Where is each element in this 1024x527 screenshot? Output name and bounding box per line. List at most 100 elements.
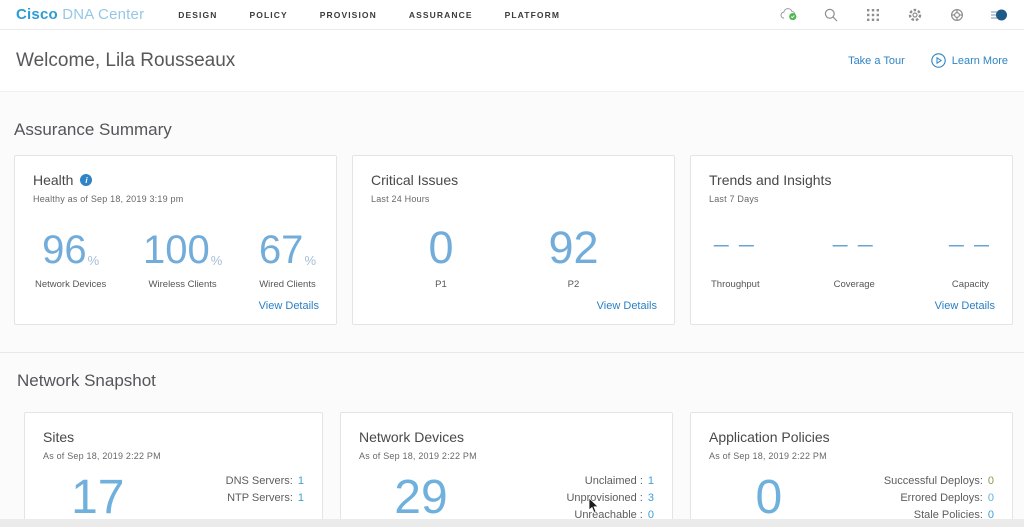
health-card-title-row: Health i (33, 172, 318, 188)
search-icon[interactable] (822, 6, 840, 24)
nav-item-platform[interactable]: PLATFORM (505, 10, 560, 20)
settings-gear-icon[interactable] (906, 6, 924, 24)
stat-label: DNS Servers: (226, 475, 293, 487)
metric-coverage: — — Coverage (833, 220, 876, 290)
nav-icon-group (780, 6, 1008, 24)
application-policies-title: Application Policies (709, 429, 830, 445)
network-devices-title: Network Devices (359, 429, 464, 445)
metric-value: 92 (548, 225, 598, 270)
stat-label: NTP Servers: (227, 492, 293, 504)
assurance-summary-heading: Assurance Summary (14, 120, 172, 140)
metric-value: 96 (42, 230, 87, 270)
critical-issues-card: Critical Issues Last 24 Hours 0 P1 92 P2… (352, 155, 675, 325)
cloud-status-icon[interactable] (780, 6, 798, 24)
nav-item-assurance[interactable]: ASSURANCE (409, 10, 473, 20)
percent-sign: % (87, 254, 100, 270)
health-subtitle: Healthy as of Sep 18, 2019 3:19 pm (33, 194, 318, 204)
network-devices-body: 29 Unclaimed :1 Unprovisioned :3 Unreach… (359, 473, 654, 524)
help-icon[interactable] (948, 6, 966, 24)
stat-value: 1 (298, 492, 304, 504)
nav-item-design[interactable]: DESIGN (178, 10, 217, 20)
play-circle-icon (931, 53, 946, 68)
metric-label: Wired Clients (259, 279, 316, 290)
network-devices-card: Network Devices As of Sep 18, 2019 2:22 … (340, 412, 673, 527)
metric-capacity: — — Capacity (949, 220, 992, 290)
metric-wireless-clients: 100% Wireless Clients (143, 220, 222, 290)
trends-title: Trends and Insights (709, 172, 831, 188)
network-snapshot-heading: Network Snapshot (17, 371, 156, 391)
welcome-bar: Welcome, Lila Rousseaux Take a Tour Lear… (0, 30, 1024, 92)
application-policies-body: 0 Successful Deploys: 0 Errored Deploys:0… (709, 473, 994, 524)
metric-p2: 92 P2 (548, 220, 598, 290)
stat-value: 1 (298, 475, 304, 487)
stat-dns-servers: DNS Servers: 1 (226, 473, 304, 490)
stat-errored-deploys: Errored Deploys:0 (884, 490, 994, 507)
network-devices-count: 29 (359, 473, 483, 523)
health-view-details-link[interactable]: View Details (259, 300, 319, 312)
critical-issues-metrics: 0 P1 92 P2 (371, 220, 656, 290)
percent-sign: % (303, 254, 316, 270)
health-title: Health (33, 172, 73, 188)
metric-label: P1 (428, 279, 453, 290)
metric-label: Wireless Clients (143, 279, 222, 290)
trends-metrics: — — Throughput — — Coverage — — Capacity (709, 220, 994, 290)
metric-label: Capacity (949, 279, 992, 290)
application-policies-count: 0 (709, 473, 829, 523)
take-a-tour-link[interactable]: Take a Tour (848, 55, 905, 67)
metric-network-devices: 96% Network Devices (35, 220, 106, 290)
stat-ntp-servers: NTP Servers: 1 (226, 490, 304, 507)
learn-more-label: Learn More (952, 55, 1008, 67)
metric-p1: 0 P1 (428, 220, 453, 290)
metric-label: Network Devices (35, 279, 106, 290)
stat-unclaimed: Unclaimed : 1 (566, 473, 654, 490)
metric-wired-clients: 67% Wired Clients (259, 220, 316, 290)
metric-value: — — (949, 220, 992, 270)
application-policies-card: Application Policies As of Sep 18, 2019 … (690, 412, 1013, 527)
app-logo[interactable]: Cisco DNA Center (16, 6, 144, 23)
apps-grid-icon[interactable] (864, 6, 882, 24)
trends-subtitle: Last 7 Days (709, 194, 994, 204)
metric-value: — — (833, 220, 876, 270)
stat-unprovisioned: Unprovisioned :3 (566, 490, 654, 507)
sites-subtitle: As of Sep 18, 2019 2:22 PM (43, 451, 304, 461)
metric-label: P2 (548, 279, 598, 290)
metric-label: Coverage (833, 279, 876, 290)
stat-value: 1 (648, 475, 654, 487)
critical-issues-title: Critical Issues (371, 172, 458, 188)
critical-issues-view-details-link[interactable]: View Details (597, 300, 657, 312)
metric-value: 67 (259, 230, 304, 270)
learn-more-link[interactable]: Learn More (931, 53, 1008, 68)
application-policies-stats: Successful Deploys: 0 Errored Deploys:0 S… (884, 473, 994, 524)
top-navigation-bar: Cisco DNA Center DESIGN POLICY PROVISION… (0, 0, 1024, 30)
sites-stats: DNS Servers: 1 NTP Servers: 1 (226, 473, 304, 507)
critical-issues-subtitle: Last 24 Hours (371, 194, 656, 204)
health-metrics: 96% Network Devices 100% Wireless Client… (33, 220, 318, 290)
metric-value: 0 (428, 225, 453, 270)
stat-label: Unprovisioned : (566, 492, 642, 504)
sites-title: Sites (43, 429, 74, 445)
brand-cisco: Cisco (16, 6, 58, 23)
stat-value: 0 (988, 475, 994, 487)
page-title: Welcome, Lila Rousseaux (16, 50, 235, 72)
application-policies-subtitle: As of Sep 18, 2019 2:22 PM (709, 451, 994, 461)
nav-item-provision[interactable]: PROVISION (320, 10, 377, 20)
viewport-bottom-edge (0, 519, 1024, 527)
metric-label: Throughput (711, 279, 760, 290)
brand-dna-center: DNA Center (62, 6, 144, 23)
welcome-links: Take a Tour Learn More (848, 53, 1008, 68)
stat-successful-deploys: Successful Deploys: 0 (884, 473, 994, 490)
section-divider (0, 352, 1024, 353)
stat-label: Unclaimed : (585, 475, 643, 487)
metric-throughput: — — Throughput (711, 220, 760, 290)
nav-item-policy[interactable]: POLICY (249, 10, 287, 20)
trends-insights-card: Trends and Insights Last 7 Days — — Thro… (690, 155, 1013, 325)
take-a-tour-label: Take a Tour (848, 55, 905, 67)
trends-view-details-link[interactable]: View Details (935, 300, 995, 312)
notifications-icon[interactable] (990, 6, 1008, 24)
metric-value: 100 (143, 230, 210, 270)
sites-count: 17 (43, 473, 153, 523)
stat-label: Successful Deploys: (884, 475, 983, 487)
main-menu: DESIGN POLICY PROVISION ASSURANCE PLATFO… (178, 10, 560, 20)
info-icon[interactable]: i (80, 174, 92, 186)
network-devices-subtitle: As of Sep 18, 2019 2:22 PM (359, 451, 654, 461)
